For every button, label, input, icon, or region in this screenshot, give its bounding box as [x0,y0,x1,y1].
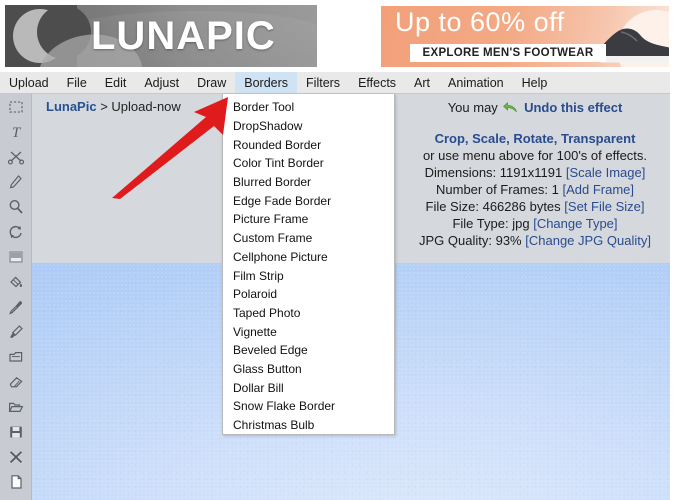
undo-prefix-text: You may [447,100,498,115]
quality-label: JPG Quality: [419,233,492,248]
set-file-size-link[interactable]: [Set File Size] [564,199,644,214]
lunapic-app-window: LUNAPIC Up to 60% off EXPLORE MEN'S FOOT… [0,0,675,500]
breadcrumb-root-link[interactable]: LunaPic [46,99,97,114]
dropdown-item-color-tint-border[interactable]: Color Tint Border [223,154,394,173]
quality-value: 93% [495,233,522,248]
dropdown-item-cellphone-picture[interactable]: Cellphone Picture [223,248,394,267]
dropdown-item-glass-button[interactable]: Glass Button [223,360,394,379]
quick-links-row: Crop, Scale, Rotate, Transparent [395,130,675,147]
filetype-label: File Type: [452,216,509,231]
gradient-icon[interactable] [0,244,32,269]
dropdown-item-picture-frame[interactable]: Picture Frame [223,210,394,229]
dropdown-item-dollar-bill[interactable]: Dollar Bill [223,378,394,397]
quality-row: JPG Quality: 93% [Change JPG Quality] [395,232,675,249]
marquee-select-icon[interactable] [0,94,32,119]
menu-item-file[interactable]: File [58,72,96,93]
breadcrumb-current: Upload-now [111,99,181,114]
dimensions-row: Dimensions: 1191x1191 [Scale Image] [395,164,675,181]
dropdown-item-custom-frame[interactable]: Custom Frame [223,229,394,248]
main-menu-bar: Upload File Edit Adjust Draw Borders Filters Ef… [0,72,675,94]
menu-item-upload[interactable]: Upload [0,72,58,93]
window-right-edge [670,0,675,500]
scissors-icon[interactable] [0,144,32,169]
svg-text:T: T [12,125,22,141]
dropdown-item-polaroid[interactable]: Polaroid [223,285,394,304]
dropdown-item-border-tool[interactable]: Border Tool [223,98,394,117]
menu-item-effects[interactable]: Effects [349,72,405,93]
borders-dropdown-menu: Border Tool DropShadow Rounded Border Color… [222,94,395,435]
logo-wordmark: LUNAPIC [91,14,276,58]
filesize-row: File Size: 466286 bytes [Set File Size] [395,198,675,215]
undo-row: You may Undo this effect [395,99,675,116]
image-info-panel: You may Undo this effect Crop, Scale, Ro… [395,99,675,249]
menu-item-borders[interactable]: Borders [235,72,298,93]
add-frame-link[interactable]: [Add Frame] [562,182,634,197]
filetype-row: File Type: jpg [Change Type] [395,215,675,232]
dropdown-item-edge-fade-border[interactable]: Edge Fade Border [223,191,394,210]
tool-sidebar: T [0,94,32,500]
change-jpg-quality-link[interactable]: [Change JPG Quality] [525,233,651,248]
pencil-icon[interactable] [0,169,32,194]
frames-row: Number of Frames: 1 [Add Frame] [395,181,675,198]
lunapic-logo[interactable]: LUNAPIC [5,5,317,67]
frames-label: Number of Frames: [436,182,548,197]
ad-cta-button[interactable]: EXPLORE MEN'S FOOTWEAR [410,44,606,62]
scale-image-link[interactable]: [Scale Image] [566,165,646,180]
menu-hint-row: or use menu above for 100's of effects. [422,148,648,163]
dimensions-label: Dimensions: [424,165,497,180]
dropdown-item-beveled-edge[interactable]: Beveled Edge [223,341,394,360]
undo-arrow-icon [503,102,518,113]
dropdown-item-snow-flake-border[interactable]: Snow Flake Border [223,397,394,416]
rotate-icon[interactable] [0,219,32,244]
magnifier-icon[interactable] [0,194,32,219]
dropdown-item-taped-photo[interactable]: Taped Photo [223,304,394,323]
filetype-value: jpg [512,216,530,231]
dimensions-value: 1191x1191 [499,165,563,180]
paintbrush-icon[interactable] [0,319,32,344]
dropdown-item-christmas-bulb[interactable]: Christmas Bulb [223,416,394,435]
new-file-icon[interactable] [0,469,32,494]
site-header: LUNAPIC Up to 60% off EXPLORE MEN'S FOOT… [0,0,675,72]
paint-bucket-icon[interactable] [0,269,32,294]
menu-item-filters[interactable]: Filters [297,72,349,93]
dropdown-item-vignette[interactable]: Vignette [223,322,394,341]
save-floppy-icon[interactable] [0,419,32,444]
menu-item-draw[interactable]: Draw [188,72,235,93]
text-tool-icon[interactable]: T [0,119,32,144]
window-top-edge [0,0,675,4]
frames-value: 1 [551,182,559,197]
dropdown-item-dropshadow[interactable]: DropShadow [223,117,394,136]
dropdown-item-film-strip[interactable]: Film Strip [223,266,394,285]
menu-item-adjust[interactable]: Adjust [135,72,188,93]
menu-item-art[interactable]: Art [405,72,439,93]
menu-item-animation[interactable]: Animation [439,72,513,93]
ad-headline: Up to 60% off [395,7,565,37]
dropdown-item-blurred-border[interactable]: Blurred Border [223,173,394,192]
filesize-label: File Size: [425,199,479,214]
ad-banner[interactable]: Up to 60% off EXPLORE MEN'S FOOTWEAR [381,6,669,67]
change-type-link[interactable]: [Change Type] [533,216,617,231]
menu-item-edit[interactable]: Edit [96,72,136,93]
eraser-icon[interactable] [0,369,32,394]
filesize-value: 466286 bytes [482,199,561,214]
menu-item-help[interactable]: Help [513,72,557,93]
undo-this-effect-link[interactable]: Undo this effect [524,100,622,115]
open-folder-icon[interactable] [0,394,32,419]
eyedropper-icon[interactable] [0,294,32,319]
close-x-icon[interactable] [0,444,32,469]
clone-stamp-icon[interactable] [0,344,32,369]
breadcrumb: LunaPic > Upload-now [46,99,181,114]
quick-links[interactable]: Crop, Scale, Rotate, Transparent [435,131,636,146]
breadcrumb-separator: > [100,99,108,114]
dropdown-item-rounded-border[interactable]: Rounded Border [223,135,394,154]
